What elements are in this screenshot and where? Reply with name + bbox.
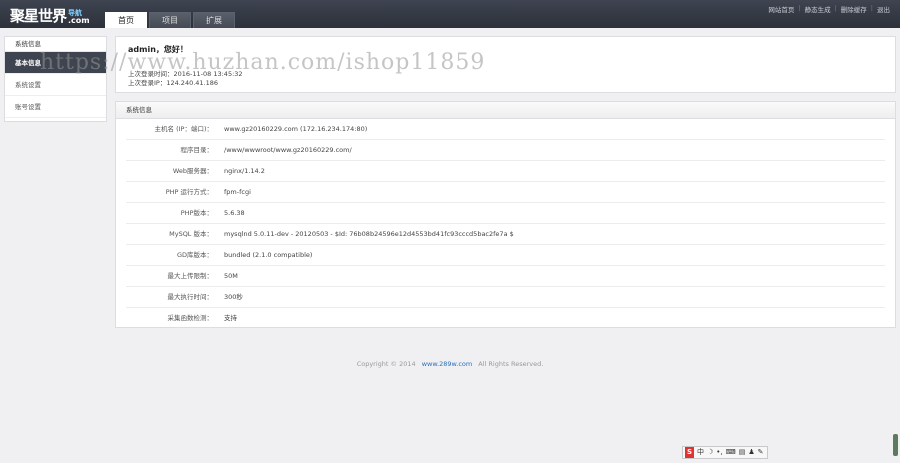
logo-text: 聚星世界 [10,7,67,25]
ime-user-icon[interactable]: ♟ [748,447,754,458]
info-row: 主机名 (IP：端口)： www.gz20160229.com (172.16.2… [126,119,885,140]
info-value: nginx/1.14.2 [224,167,265,175]
link-clear-cache[interactable]: 删除缓存 [841,4,867,14]
info-row: PHP版本： 5.6.38 [126,203,885,224]
sidebar-item-system-settings[interactable]: 系统设置 [5,74,106,96]
info-key: 程序目录： [180,146,214,154]
copyright-suffix: All Rights Reserved. [478,360,544,368]
footer: Copyright © 2014 www.289w.com All Rights… [0,360,900,368]
main-tabs: 首页 项目 扩展 [105,12,237,28]
system-info-panel: 系统信息 主机名 (IP：端口)： www.gz20160229.com (172… [115,101,896,328]
info-row: MySQL 版本： mysqlnd 5.0.11-dev - 20120503 -… [126,224,885,245]
info-key: PHP 运行方式： [165,188,213,196]
sidebar-item-basic-info[interactable]: 基本信息 [5,52,106,74]
footer-site-link[interactable]: www.289w.com [422,360,473,368]
tab-extensions[interactable]: 扩展 [193,12,235,28]
ime-logo-icon[interactable]: S [685,447,694,458]
ime-halfwidth-icon[interactable]: ☽ [707,447,713,458]
info-row: 采集函数检测： 支持 [126,308,885,329]
info-key: 采集函数检测： [167,314,214,322]
ime-punctuation-icon[interactable]: •, [716,447,722,458]
logo-domain: .com [68,16,90,25]
welcome-greeting: admin，您好！ [128,45,188,54]
system-info-title: 系统信息 [116,102,895,119]
info-value: 5.6.38 [224,209,245,217]
info-key: 最大执行时间： [167,293,214,301]
tab-projects[interactable]: 项目 [149,12,191,28]
info-row: 程序目录： /www/wwwroot/www.gz20160229.com/ [126,140,885,161]
info-key: 最大上传限制： [167,272,214,280]
info-value: /www/wwwroot/www.gz20160229.com/ [224,146,352,154]
welcome-panel: admin，您好！ 上次登录时间：2016-11-08 13:45:32 上次登… [115,36,896,93]
ime-toolbar: S 中 ☽ •, ⌨ ▤ ♟ ✎ [682,446,768,459]
link-site-home[interactable]: 网站首页 [768,4,794,14]
divider: | [834,4,837,12]
info-key: GD库版本： [176,251,213,259]
divider: | [870,4,873,12]
site-logo[interactable]: 聚星世界 导航 .com [10,5,90,25]
info-key: PHP版本： [180,209,213,217]
ime-keyboard-icon[interactable]: ⌨ [726,447,736,458]
sidebar-title: 系统信息 [5,37,106,52]
ime-tools-icon[interactable]: ✎ [758,447,764,458]
info-row: 最大执行时间： 300秒 [126,287,885,308]
info-value: 50M [224,272,238,280]
info-key: MySQL 版本： [169,230,213,238]
top-links: 网站首页 | 静态生成 | 删除缓存 | 退出 [768,4,890,14]
info-row: 最大上传限制： 50M [126,266,885,287]
info-value: bundled (2.1.0 compatible) [224,251,313,259]
info-value: fpm-fcgi [224,188,251,196]
sidebar: 系统信息 基本信息 系统设置 账号设置 [4,36,107,122]
info-row: PHP 运行方式： fpm-fcgi [126,182,885,203]
info-value: mysqlnd 5.0.11-dev - 20120503 - $Id: 76b… [224,230,514,238]
tab-home[interactable]: 首页 [105,12,147,28]
info-row: GD库版本： bundled (2.1.0 compatible) [126,245,885,266]
sidebar-item-account-settings[interactable]: 账号设置 [5,96,106,118]
scrollbar-thumb[interactable] [893,434,898,456]
info-value: 300秒 [224,293,243,301]
last-login-ip: 上次登录IP：124.240.41.186 [128,79,219,87]
ime-chinese-mode-icon[interactable]: 中 [697,447,704,458]
link-logout[interactable]: 退出 [877,4,890,14]
link-static-generate[interactable]: 静态生成 [805,4,831,14]
ime-menu-icon[interactable]: ▤ [739,447,746,458]
copyright-prefix: Copyright © 2014 [356,360,416,368]
info-key: 主机名 (IP：端口)： [154,125,213,133]
info-key: Web服务器： [172,167,213,175]
info-row: Web服务器： nginx/1.14.2 [126,161,885,182]
top-bar: 聚星世界 导航 .com 首页 项目 扩展 网站首页 | 静态生成 | 删除缓存… [0,0,900,28]
info-value: www.gz20160229.com (172.16.234.174:80) [224,125,368,133]
info-value: 支持 [224,314,237,322]
divider: | [798,4,801,12]
